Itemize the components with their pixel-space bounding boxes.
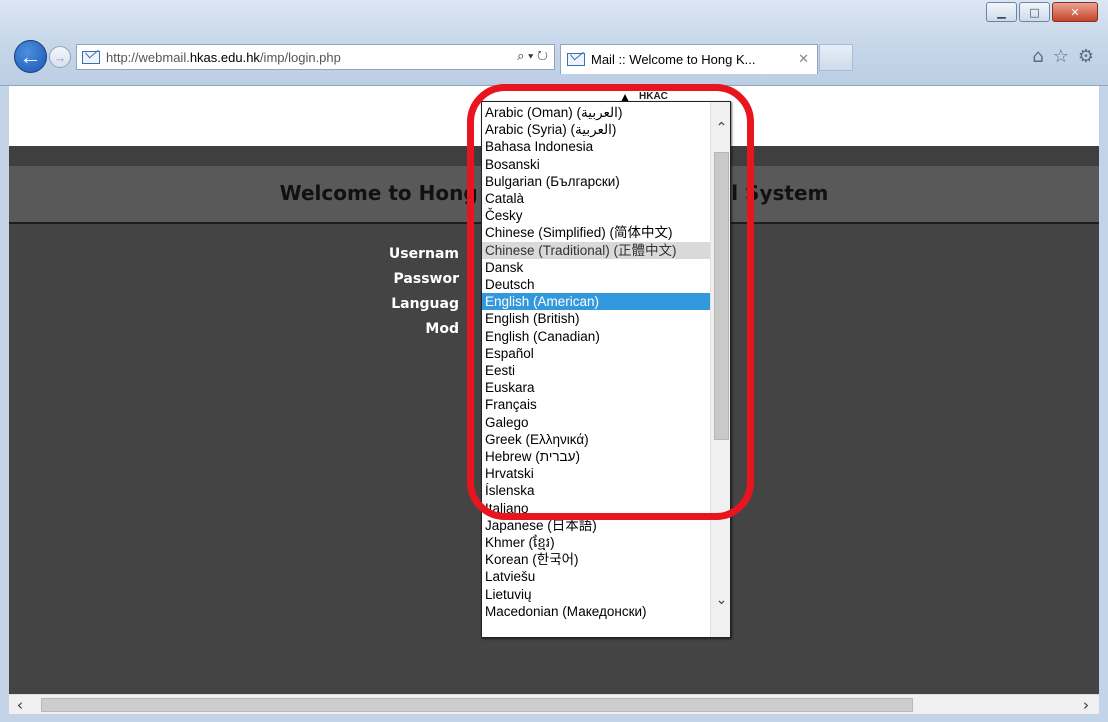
language-option[interactable]: English (British) xyxy=(482,310,710,327)
address-bar[interactable]: http://webmail.hkas.edu.hk/imp/login.php… xyxy=(76,44,555,70)
password-label: Passwor xyxy=(393,271,459,287)
language-option[interactable]: Español xyxy=(482,345,710,362)
language-option[interactable]: Latviešu xyxy=(482,568,710,585)
language-option[interactable]: Eesti xyxy=(482,362,710,379)
language-option[interactable]: Japanese (日本語) xyxy=(482,517,710,534)
mode-label: Mod xyxy=(425,321,459,337)
star-icon[interactable]: ☆ xyxy=(1053,46,1069,67)
chevron-right-icon[interactable]: › xyxy=(1083,696,1089,714)
language-option[interactable]: Arabic (Oman) (العربية) xyxy=(482,104,710,121)
close-button[interactable]: ✕ xyxy=(1052,2,1098,22)
language-option[interactable]: Arabic (Syria) (العربية) xyxy=(482,121,710,138)
language-option[interactable]: Hebrew (עברית) xyxy=(482,448,710,465)
url-domain: hkas.edu.hk xyxy=(189,49,260,65)
language-option[interactable]: Italiano xyxy=(482,500,710,517)
language-option[interactable]: Hrvatski xyxy=(482,465,710,482)
language-option[interactable]: Korean (한국어) xyxy=(482,551,710,568)
tab-title: Mail :: Welcome to Hong K... xyxy=(591,52,756,67)
url-suffix: /imp/login.php xyxy=(259,49,341,65)
tab-mail-welcome[interactable]: Mail :: Welcome to Hong K... ✕ xyxy=(560,44,818,74)
language-option[interactable]: Dansk xyxy=(482,259,710,276)
scrollbar-thumb[interactable] xyxy=(714,152,729,440)
language-option[interactable]: Khmer (ខ្មែរ) xyxy=(482,534,710,551)
arrow-left-icon: ← xyxy=(19,43,42,69)
browser-chrome xyxy=(0,0,1108,86)
language-option[interactable]: Galego xyxy=(482,414,710,431)
tab-close-icon[interactable]: ✕ xyxy=(798,51,809,67)
gear-icon[interactable]: ⚙ xyxy=(1078,46,1094,67)
window-controls: ▁ □ ✕ xyxy=(984,2,1098,22)
language-option[interactable]: English (American) xyxy=(482,293,710,311)
window-frame-bottom xyxy=(0,714,1108,722)
language-option[interactable]: Français xyxy=(482,396,710,413)
language-option[interactable]: Bosanski xyxy=(482,156,710,173)
minimize-button[interactable]: ▁ xyxy=(986,2,1017,22)
browser-window: ▁ □ ✕ ← → http://webmail.hkas.edu.hk/imp… xyxy=(0,0,1108,722)
language-option[interactable]: Català xyxy=(482,190,710,207)
forward-button[interactable]: → xyxy=(49,46,71,68)
dropdown-scrollbar[interactable]: ⌃ ⌄ xyxy=(710,102,730,637)
language-option[interactable]: Bulgarian (Български) xyxy=(482,173,710,190)
chevron-left-icon[interactable]: ‹ xyxy=(17,696,23,714)
username-label: Usernam xyxy=(388,246,459,262)
chevron-down-icon[interactable]: ⌄ xyxy=(711,592,730,614)
language-option[interactable]: Bahasa Indonesia xyxy=(482,138,710,155)
url-prefix: http://webmail. xyxy=(106,49,190,65)
language-dropdown-list[interactable]: Arabic (Oman) (العربية) Arabic (Syria) (ا… xyxy=(481,101,731,638)
page-title-left: Welcome to Hong xyxy=(279,181,485,205)
arrow-right-icon: → xyxy=(53,49,67,65)
language-option[interactable]: Chinese (Simplified) (简体中文) xyxy=(482,224,710,241)
language-option[interactable]: English (Canadian) xyxy=(482,328,710,345)
home-icon[interactable]: ⌂ xyxy=(1032,46,1043,67)
back-button[interactable]: ← xyxy=(14,40,47,73)
language-option[interactable]: Česky xyxy=(482,207,710,224)
horizontal-scrollbar-thumb[interactable] xyxy=(41,698,913,712)
new-tab-button[interactable] xyxy=(819,44,853,71)
language-option[interactable]: Íslenska xyxy=(482,482,710,499)
chevron-up-icon[interactable]: ⌃ xyxy=(711,120,730,142)
maximize-button[interactable]: □ xyxy=(1019,2,1050,22)
url-text[interactable]: http://webmail.hkas.edu.hk/imp/login.php xyxy=(106,50,341,65)
language-option[interactable]: Macedonian (Македонски) xyxy=(482,603,710,620)
language-option[interactable]: Chinese (Traditional) (正體中文) xyxy=(482,241,710,259)
language-option[interactable]: Euskara xyxy=(482,379,710,396)
window-frame-right xyxy=(1099,86,1108,722)
language-option[interactable]: Lietuvių xyxy=(482,586,710,603)
horizontal-scrollbar[interactable]: ‹ › xyxy=(9,694,1099,714)
browser-toolbar-icons: ⌂ ☆ ⚙ xyxy=(1023,46,1094,67)
mail-icon xyxy=(567,53,585,66)
window-frame-left xyxy=(0,86,9,722)
language-option[interactable]: Greek (Ελληνικά) xyxy=(482,431,710,448)
language-option[interactable]: Deutsch xyxy=(482,276,710,293)
mail-icon xyxy=(82,50,100,64)
language-label: Languag xyxy=(391,296,459,312)
search-refresh-icons[interactable]: ⌕ ▾ ↻ xyxy=(517,48,548,64)
